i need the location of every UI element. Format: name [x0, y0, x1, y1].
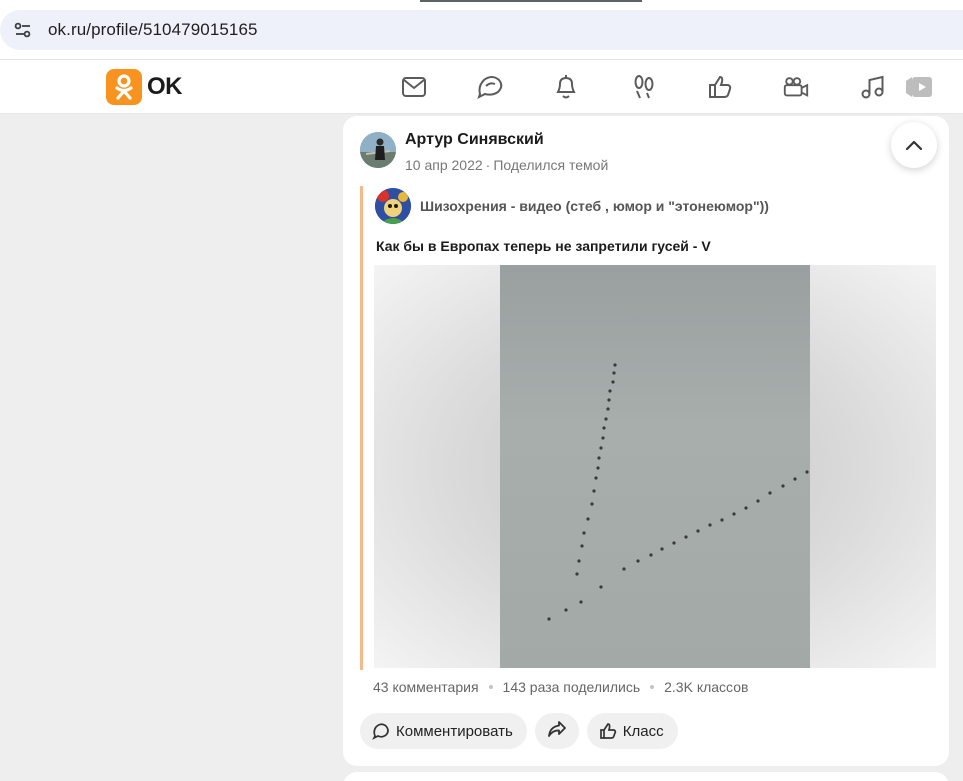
topic-title[interactable]: Как бы в Европах теперь не запретили гус… [376, 238, 711, 254]
site-header: OK [0, 60, 963, 114]
footprints-icon[interactable] [630, 73, 658, 101]
music-icon[interactable] [858, 73, 886, 101]
url-text[interactable]: ok.ru/profile/510479015165 [48, 20, 258, 40]
author-avatar[interactable] [360, 132, 396, 168]
chevron-up-icon [905, 140, 923, 151]
share-icon [547, 720, 567, 742]
likes-count[interactable]: 2.3K классов [664, 679, 748, 695]
stats-separator [488, 685, 493, 689]
comment-button-label: Комментировать [396, 722, 513, 740]
meta-separator: · [485, 157, 491, 173]
address-bar[interactable]: ok.ru/profile/510479015165 [0, 10, 963, 50]
group-name[interactable]: Шизохрения - видео (стеб , юмор и "этоне… [420, 198, 769, 214]
video-camera-icon[interactable] [782, 73, 810, 101]
post-action: Поделился темой [493, 157, 609, 173]
comments-count[interactable]: 43 комментария [373, 679, 479, 695]
browser-toolbar: ok.ru/profile/510479015165 [0, 0, 963, 60]
author-name[interactable]: Артур Синявский [405, 131, 544, 149]
comment-icon [372, 722, 390, 740]
mail-icon[interactable] [400, 73, 428, 101]
next-post-card [343, 772, 949, 781]
like-button-label: Класс [622, 722, 664, 740]
video-play-icon[interactable] [904, 73, 934, 101]
ok-logo-icon [106, 69, 142, 105]
video-player[interactable] [374, 265, 936, 668]
group-avatar[interactable] [375, 188, 411, 224]
shared-topic: Шизохрения - видео (стеб , юмор и "этоне… [360, 186, 936, 670]
ok-logo-text: OK [147, 73, 183, 100]
comment-button[interactable]: Комментировать [360, 713, 527, 749]
chat-icon[interactable] [476, 73, 504, 101]
thumbs-up-icon [599, 722, 617, 740]
ok-logo[interactable]: OK [106, 69, 183, 105]
share-button[interactable] [534, 713, 579, 749]
feed-post-card: Артур Синявский 10 апр 2022 · Поделился те… [343, 116, 949, 766]
active-tab-indicator [420, 0, 642, 2]
video-frame[interactable] [500, 265, 810, 668]
like-button[interactable]: Класс [586, 713, 678, 749]
site-settings-icon[interactable] [8, 15, 38, 45]
post-stats: 43 комментария 143 раза поделились 2.3K … [373, 679, 748, 695]
bell-icon[interactable] [552, 73, 580, 101]
scroll-up-button[interactable] [891, 122, 937, 168]
post-meta: 10 апр 2022 · Поделился темой [405, 157, 608, 173]
stats-separator [650, 685, 655, 689]
post-actions: Комментировать Класс [360, 713, 686, 749]
shares-count[interactable]: 143 раза поделились [503, 679, 641, 695]
post-date[interactable]: 10 апр 2022 [405, 157, 483, 173]
like-icon[interactable] [706, 73, 734, 101]
